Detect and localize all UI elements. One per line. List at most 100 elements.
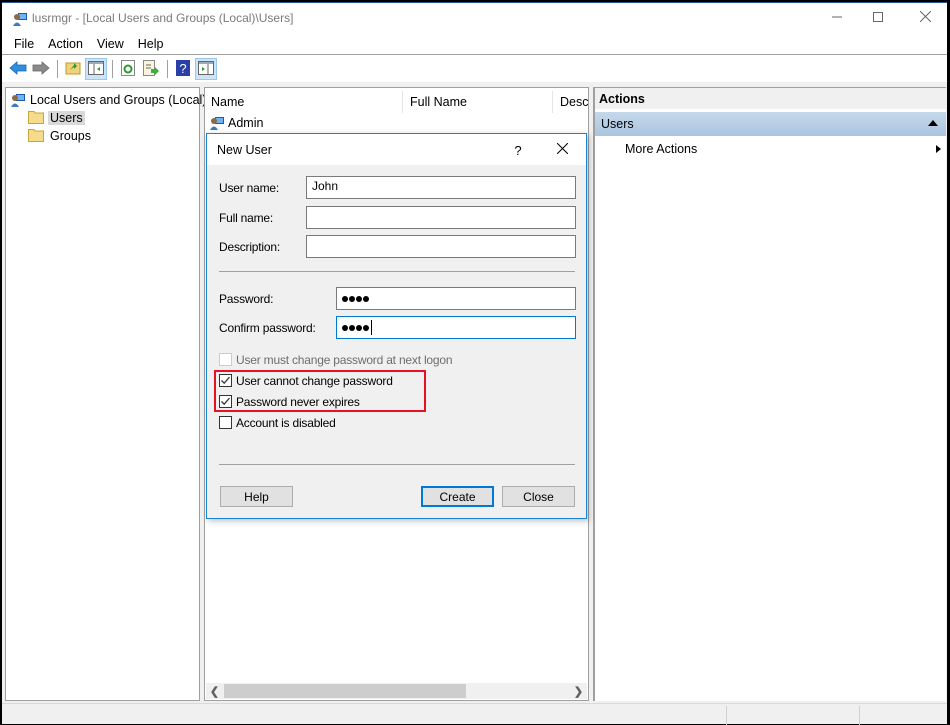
close-button[interactable]: Close <box>502 486 575 507</box>
tree-item-groups[interactable]: Groups <box>28 127 91 144</box>
tree-item-label: Users <box>48 110 85 125</box>
menu-file[interactable]: File <box>7 37 41 51</box>
password-mask <box>342 290 570 307</box>
toolbar-separator <box>167 60 168 78</box>
password-input[interactable] <box>336 287 576 310</box>
checkbox-label: User must change password at next logon <box>236 352 453 367</box>
close-window-button[interactable] <box>902 3 948 33</box>
refresh-button[interactable] <box>117 58 139 80</box>
password-dot <box>342 295 348 302</box>
refresh-icon <box>121 59 135 79</box>
chevron-left-icon: ❮ <box>209 685 220 698</box>
help-toolbar-button[interactable]: ? <box>172 58 194 80</box>
confirm-password-label: Confirm password: <box>219 321 316 335</box>
tree-item-users[interactable]: Users <box>28 109 85 126</box>
show-hide-console-tree-icon <box>88 60 104 78</box>
tree-item-local-users-and-groups[interactable]: Local Users and Groups (Local) <box>10 91 206 108</box>
maximize-icon <box>873 11 883 25</box>
actions-group-users[interactable]: Users <box>595 112 946 136</box>
password-dot <box>342 324 348 331</box>
description-label: Description: <box>219 240 280 254</box>
create-button[interactable]: Create <box>421 486 494 507</box>
actions-pane: Actions Users More Actions <box>593 87 946 701</box>
menu-help[interactable]: Help <box>131 37 171 51</box>
export-list-button[interactable] <box>140 58 162 80</box>
confirm-password-input[interactable] <box>336 316 576 339</box>
forward-icon <box>32 60 50 78</box>
dialog-title: New User <box>217 143 272 157</box>
console-tree: Local Users and Groups (Local) Users Gro… <box>5 87 206 701</box>
column-header-description[interactable]: Description <box>554 91 588 113</box>
full-name-label: Full name: <box>219 211 274 225</box>
show-hide-console-tree-button[interactable] <box>85 58 107 80</box>
dialog-help-button[interactable]: ? <box>503 138 533 162</box>
submenu-arrow-icon <box>936 145 941 153</box>
column-header-full-name[interactable]: Full Name <box>404 91 553 113</box>
toolbar-separator <box>57 60 58 78</box>
back-button[interactable] <box>7 58 29 80</box>
up-one-level-icon <box>65 60 81 78</box>
user-name-cell: Admin <box>228 116 264 130</box>
horizontal-scrollbar[interactable]: ❮ ❯ <box>206 683 587 699</box>
description-input[interactable] <box>306 235 576 258</box>
chevron-right-icon: ❯ <box>573 685 584 698</box>
close-icon <box>556 142 568 157</box>
minimize-button[interactable] <box>814 3 860 33</box>
status-separator <box>859 706 860 725</box>
question-mark-icon: ? <box>514 142 522 158</box>
user-name-label: User name: <box>219 181 280 195</box>
checkbox[interactable] <box>219 353 232 366</box>
list-row-admin[interactable]: Admin <box>209 114 263 132</box>
toolbar: ? <box>2 57 947 81</box>
checkbox[interactable] <box>219 416 232 429</box>
help-button[interactable]: Help <box>220 486 293 507</box>
back-icon <box>9 60 27 78</box>
password-dot <box>349 295 355 302</box>
password-dot <box>349 324 355 331</box>
highlight-annotation-box <box>214 370 426 412</box>
checkbox-label: Account is disabled <box>236 415 336 430</box>
scroll-left-button[interactable]: ❮ <box>206 683 223 699</box>
scroll-right-button[interactable]: ❯ <box>570 683 587 699</box>
action-label: More Actions <box>625 142 698 156</box>
column-header-name[interactable]: Name <box>205 91 403 113</box>
text-caret <box>371 320 372 335</box>
forward-button[interactable] <box>30 58 52 80</box>
checkbox-account-disabled[interactable]: Account is disabled <box>219 414 336 431</box>
menu-bar: File Action View Help <box>2 34 947 55</box>
status-bar <box>2 703 947 725</box>
checkbox-must-change-password[interactable]: User must change password at next logon <box>219 351 453 368</box>
action-more-actions[interactable]: More Actions <box>625 140 945 158</box>
svg-text:?: ? <box>179 61 186 76</box>
scrollbar-thumb[interactable] <box>224 684 466 698</box>
user-icon <box>209 115 225 131</box>
up-one-level-button[interactable] <box>62 58 84 80</box>
dialog-divider <box>219 271 575 272</box>
users-computer-icon <box>10 92 26 108</box>
dialog-divider <box>219 464 575 465</box>
show-hide-action-pane-icon <box>198 60 214 78</box>
full-name-input[interactable] <box>306 206 576 229</box>
dialog-title-bar: New User ? <box>207 134 586 165</box>
collapse-arrow-icon <box>928 120 938 126</box>
menu-action[interactable]: Action <box>41 37 90 51</box>
user-name-input[interactable]: John <box>306 176 576 199</box>
folder-icon <box>28 110 44 126</box>
folder-icon <box>28 128 44 144</box>
password-mask <box>342 319 570 336</box>
dialog-close-button[interactable] <box>547 138 577 162</box>
users-computer-icon <box>12 11 28 27</box>
toolbar-separator <box>112 60 113 78</box>
lusrmgr-window: lusrmgr - [Local Users and Groups (Local… <box>2 2 948 725</box>
menu-view[interactable]: View <box>90 37 131 51</box>
new-user-dialog: New User ? User name: John Full name: De… <box>206 133 587 519</box>
show-hide-action-pane-button[interactable] <box>195 58 217 80</box>
minimize-icon <box>832 11 842 25</box>
actions-group-label: Users <box>601 117 634 131</box>
tree-item-label: Local Users and Groups (Local) <box>30 92 207 107</box>
maximize-button[interactable] <box>855 3 901 33</box>
tree-item-label: Groups <box>50 128 91 143</box>
help-icon: ? <box>176 59 190 79</box>
export-list-icon <box>143 59 159 79</box>
password-label: Password: <box>219 292 274 306</box>
